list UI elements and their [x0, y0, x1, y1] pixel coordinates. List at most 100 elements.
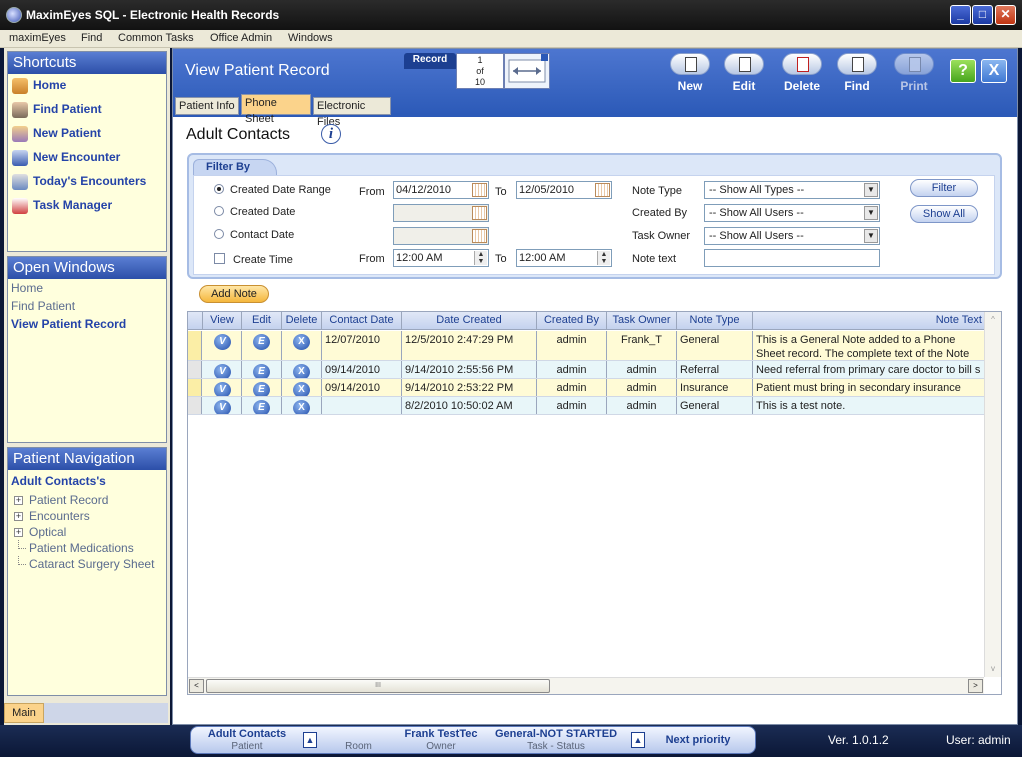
time-spinner-icon[interactable]: ▲ ▼ — [474, 251, 487, 265]
radio-button[interactable] — [214, 184, 224, 194]
view-row-button[interactable]: V — [214, 382, 231, 396]
shortcut-new-patient[interactable]: New Patient — [8, 122, 166, 146]
menu-office-admin[interactable]: Office Admin — [210, 32, 272, 44]
menu-windows[interactable]: Windows — [288, 32, 333, 44]
calendar-icon[interactable] — [472, 183, 487, 197]
open-window-find-patient[interactable]: Find Patient — [8, 297, 166, 315]
delete-row-button[interactable]: X — [293, 334, 310, 350]
chevron-down-icon[interactable]: ▼ — [864, 229, 878, 243]
nav-encounters[interactable]: + Encounters — [8, 508, 166, 524]
note-text-input[interactable] — [704, 249, 880, 267]
shortcut-new-encounter[interactable]: New Encounter — [8, 146, 166, 170]
row-selector[interactable] — [188, 397, 202, 414]
delete-row-button[interactable]: X — [293, 382, 310, 396]
expand-icon[interactable]: + — [14, 512, 23, 521]
row-selector[interactable] — [188, 331, 202, 360]
close-window-button[interactable]: ✕ — [995, 5, 1016, 25]
expand-icon[interactable]: + — [14, 496, 23, 505]
help-button[interactable]: ? — [950, 59, 976, 83]
menu-maximeyes[interactable]: maximEyes — [9, 32, 66, 44]
date-from-input[interactable]: 04/12/2010 — [393, 181, 489, 199]
created-date-input[interactable] — [393, 204, 489, 222]
next-priority-icon[interactable]: ▲ — [631, 732, 645, 748]
delete-row-button[interactable]: X — [293, 400, 310, 414]
header-view[interactable]: View — [203, 312, 242, 330]
table-row[interactable]: V E X 12/07/2010 12/5/2010 2:47:29 PM admin Fr… — [188, 331, 984, 361]
header-delete[interactable]: Delete — [282, 312, 322, 330]
menu-common-tasks[interactable]: Common Tasks — [118, 32, 194, 44]
status-task[interactable]: General-NOT STARTED Task - Status — [491, 728, 621, 753]
table-row[interactable]: V E X 09/14/2010 9/14/2010 2:55:56 PM admin ad… — [188, 361, 984, 379]
radio-button[interactable] — [214, 206, 224, 216]
chevron-down-icon[interactable]: ▼ — [864, 183, 878, 197]
header-edit[interactable]: Edit — [242, 312, 282, 330]
find-button[interactable]: Find — [835, 53, 879, 93]
close-record-button[interactable]: X — [981, 59, 1007, 83]
time-spinner-icon[interactable]: ▲ ▼ — [597, 251, 610, 265]
contact-date-input[interactable] — [393, 227, 489, 245]
edit-row-button[interactable]: E — [253, 364, 270, 378]
tab-patient-info[interactable]: Patient Info — [175, 97, 239, 115]
open-window-view-patient-record[interactable]: View Patient Record — [8, 315, 166, 333]
task-owner-select[interactable]: -- Show All Users -- ▼ — [704, 227, 880, 245]
shortcut-home[interactable]: Home — [8, 74, 166, 98]
note-type-select[interactable]: -- Show All Types -- ▼ — [704, 181, 880, 199]
next-priority-button[interactable]: Next priority — [653, 734, 743, 747]
view-row-button[interactable]: V — [214, 364, 231, 378]
maximize-button[interactable]: □ — [972, 5, 993, 25]
calendar-icon[interactable] — [595, 183, 610, 197]
info-icon[interactable]: i — [321, 124, 341, 144]
created-by-select[interactable]: -- Show All Users -- ▼ — [704, 204, 880, 222]
header-contact-date[interactable]: Contact Date — [322, 312, 402, 330]
print-button[interactable]: Print — [892, 53, 936, 93]
edit-row-button[interactable]: E — [253, 400, 270, 414]
vertical-scrollbar[interactable]: ^ v — [984, 312, 1001, 677]
time-to-input[interactable]: 12:00 AM ▲ ▼ — [516, 249, 612, 267]
horizontal-scrollbar[interactable]: < III > — [188, 677, 984, 694]
delete-row-button[interactable]: X — [293, 364, 310, 378]
edit-row-button[interactable]: E — [253, 382, 270, 396]
minimize-button[interactable]: _ — [950, 5, 971, 25]
record-navigator-icon[interactable] — [504, 53, 550, 89]
record-counter[interactable]: 1 of 10 — [456, 53, 504, 89]
shortcut-task-manager[interactable]: Task Manager — [8, 194, 166, 218]
table-row[interactable]: V E X 8/2/2010 10:50:02 AM admin admin General… — [188, 397, 984, 415]
show-all-button[interactable]: Show All — [910, 205, 978, 223]
tab-phone-sheet[interactable]: Phone Sheet — [241, 94, 311, 125]
radio-button[interactable] — [214, 229, 224, 239]
row-selector[interactable] — [188, 379, 202, 396]
new-button[interactable]: New — [668, 53, 712, 93]
view-row-button[interactable]: V — [214, 400, 231, 414]
time-from-input[interactable]: 12:00 AM ▲ ▼ — [393, 249, 489, 267]
up-arrow-icon[interactable]: ▲ — [303, 732, 317, 748]
header-date-created[interactable]: Date Created — [402, 312, 537, 330]
scroll-thumb[interactable]: III — [206, 679, 550, 693]
scroll-right-icon[interactable]: > — [968, 679, 983, 693]
row-selector[interactable] — [188, 361, 202, 378]
date-to-input[interactable]: 12/05/2010 — [516, 181, 612, 199]
scroll-down-icon[interactable]: v — [987, 663, 999, 675]
header-note-text[interactable]: Note Text — [753, 312, 984, 330]
chevron-down-icon[interactable]: ▼ — [864, 206, 878, 220]
edit-button[interactable]: Edit — [722, 53, 766, 93]
status-room[interactable]: Room — [331, 728, 386, 753]
shortcut-find-patient[interactable]: Find Patient — [8, 98, 166, 122]
edit-row-button[interactable]: E — [253, 334, 270, 350]
menu-find[interactable]: Find — [81, 32, 102, 44]
header-note-type[interactable]: Note Type — [677, 312, 753, 330]
header-created-by[interactable]: Created By — [537, 312, 607, 330]
patient-name[interactable]: Adult Contacts's — [8, 470, 166, 492]
checkbox[interactable] — [214, 253, 225, 264]
delete-button[interactable]: Delete — [780, 53, 824, 93]
radio-created-date-range[interactable]: Created Date Range — [214, 184, 331, 196]
checkbox-create-time[interactable]: Create Time — [214, 253, 293, 266]
filter-button[interactable]: Filter — [910, 179, 978, 197]
expand-icon[interactable]: + — [14, 528, 23, 537]
view-row-button[interactable]: V — [214, 334, 231, 350]
header-task-owner[interactable]: Task Owner — [607, 312, 677, 330]
nav-patient-record[interactable]: + Patient Record — [8, 492, 166, 508]
scroll-left-icon[interactable]: < — [189, 679, 204, 693]
shortcut-todays-encounters[interactable]: Today's Encounters — [8, 170, 166, 194]
nav-patient-medications[interactable]: Patient Medications — [8, 540, 166, 556]
calendar-icon[interactable] — [472, 229, 487, 243]
